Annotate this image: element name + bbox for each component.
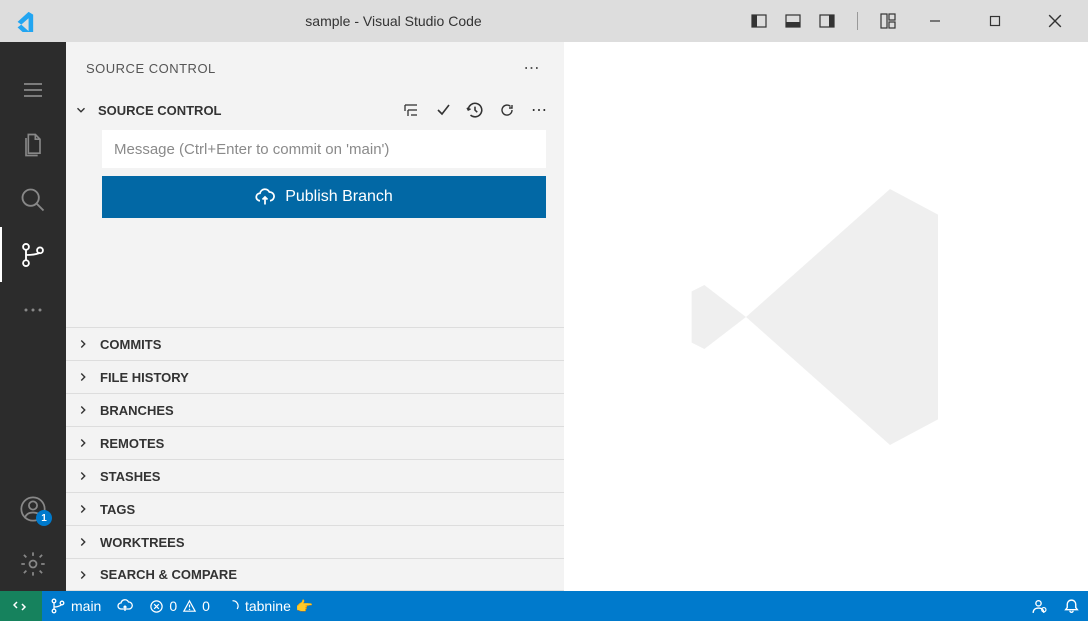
chevron-right-icon <box>74 502 92 516</box>
refresh-icon[interactable] <box>498 101 516 119</box>
error-count: 0 <box>169 598 177 614</box>
vscode-logo-icon <box>12 9 36 33</box>
section-title: SOURCE CONTROL <box>98 103 394 118</box>
status-bar: main 0 0 tabnine 👉 <box>0 591 1088 621</box>
history-icon[interactable] <box>466 101 484 119</box>
chevron-right-icon <box>74 370 92 384</box>
section-label: SEARCH & COMPARE <box>100 567 237 582</box>
tabnine-indicator[interactable]: tabnine 👉 <box>218 591 321 621</box>
layout-customize-icon[interactable] <box>880 13 896 29</box>
chevron-right-icon <box>74 403 92 417</box>
tree-view-icon[interactable] <box>402 101 420 119</box>
chevron-right-icon <box>74 535 92 549</box>
publish-branch-wrapper: Publish Branch <box>102 176 546 218</box>
chevron-right-icon <box>74 469 92 483</box>
file-history-section[interactable]: FILE HISTORY <box>66 360 564 393</box>
branch-indicator[interactable]: main <box>42 591 109 621</box>
window-title: sample - Visual Studio Code <box>36 13 751 29</box>
sidebar-more-icon[interactable]: ⋯ <box>520 54 545 82</box>
source-control-section-header[interactable]: SOURCE CONTROL ⋯ <box>72 94 552 126</box>
cloud-icon <box>117 598 133 614</box>
chevron-right-icon <box>74 568 92 582</box>
feedback-indicator[interactable] <box>1022 591 1055 621</box>
stashes-section[interactable]: STASHES <box>66 459 564 492</box>
bell-icon <box>1063 598 1080 615</box>
title-bar-controls <box>751 6 1076 36</box>
title-bar: sample - Visual Studio Code <box>0 0 1088 42</box>
notifications-indicator[interactable] <box>1055 591 1088 621</box>
accounts-icon[interactable]: 1 <box>0 481 66 536</box>
section-label: STASHES <box>100 469 160 484</box>
more-icon[interactable] <box>0 282 66 337</box>
error-icon <box>149 599 164 614</box>
close-button[interactable] <box>1034 6 1076 36</box>
section-label: TAGS <box>100 502 135 517</box>
publish-branch-label: Publish Branch <box>285 188 393 206</box>
commit-check-icon[interactable] <box>434 101 452 119</box>
search-icon[interactable] <box>0 172 66 227</box>
problems-indicator[interactable]: 0 0 <box>141 591 218 621</box>
sync-indicator[interactable] <box>109 591 141 621</box>
sidebar-header: SOURCE CONTROL ⋯ <box>66 42 564 94</box>
separator <box>857 12 858 30</box>
chevron-right-icon <box>74 337 92 351</box>
tabnine-label: tabnine <box>245 598 291 614</box>
commits-section[interactable]: COMMITS <box>66 327 564 360</box>
settings-gear-icon[interactable] <box>0 536 66 591</box>
panel-left-icon[interactable] <box>751 13 767 29</box>
commit-message-input[interactable] <box>102 130 546 168</box>
panel-bottom-icon[interactable] <box>785 13 801 29</box>
main-area: 1 SOURCE CONTROL ⋯ SOURCE CONTROL ⋯ <box>0 42 1088 591</box>
cloud-upload-icon <box>255 187 275 207</box>
tags-section[interactable]: TAGS <box>66 492 564 525</box>
minimize-button[interactable] <box>914 6 956 36</box>
section-actions: ⋯ <box>402 101 552 119</box>
remotes-section[interactable]: REMOTES <box>66 426 564 459</box>
source-control-icon[interactable] <box>0 227 66 282</box>
sidebar-title: SOURCE CONTROL <box>86 61 520 76</box>
branch-name: main <box>71 598 101 614</box>
search-compare-section[interactable]: SEARCH & COMPARE <box>66 558 564 591</box>
worktrees-section[interactable]: WORKTREES <box>66 525 564 558</box>
warning-count: 0 <box>202 598 210 614</box>
more-actions-icon[interactable]: ⋯ <box>530 101 548 119</box>
menu-icon[interactable] <box>0 62 66 117</box>
remote-indicator[interactable] <box>0 591 42 621</box>
explorer-icon[interactable] <box>0 117 66 172</box>
maximize-button[interactable] <box>974 6 1016 36</box>
section-label: COMMITS <box>100 337 161 352</box>
person-icon <box>1030 598 1047 615</box>
hand-point-icon: 👉 <box>296 598 313 615</box>
section-label: WORKTREES <box>100 535 185 550</box>
panel-right-icon[interactable] <box>819 13 835 29</box>
section-label: REMOTES <box>100 436 164 451</box>
warning-icon <box>182 599 197 614</box>
chevron-down-icon <box>72 103 90 117</box>
branches-section[interactable]: BRANCHES <box>66 393 564 426</box>
commit-message-input-wrapper <box>102 130 546 168</box>
section-label: BRANCHES <box>100 403 174 418</box>
git-branch-icon <box>50 598 66 614</box>
section-label: FILE HISTORY <box>100 370 189 385</box>
source-control-sidebar: SOURCE CONTROL ⋯ SOURCE CONTROL ⋯ <box>66 42 564 591</box>
source-control-section: SOURCE CONTROL ⋯ Publish Branch <box>66 94 564 232</box>
publish-branch-button[interactable]: Publish Branch <box>102 176 546 218</box>
vscode-watermark-icon <box>666 157 986 477</box>
loading-icon <box>226 599 240 613</box>
accounts-badge: 1 <box>36 510 52 526</box>
chevron-right-icon <box>74 436 92 450</box>
activity-bar: 1 <box>0 42 66 591</box>
editor-area <box>564 42 1088 591</box>
